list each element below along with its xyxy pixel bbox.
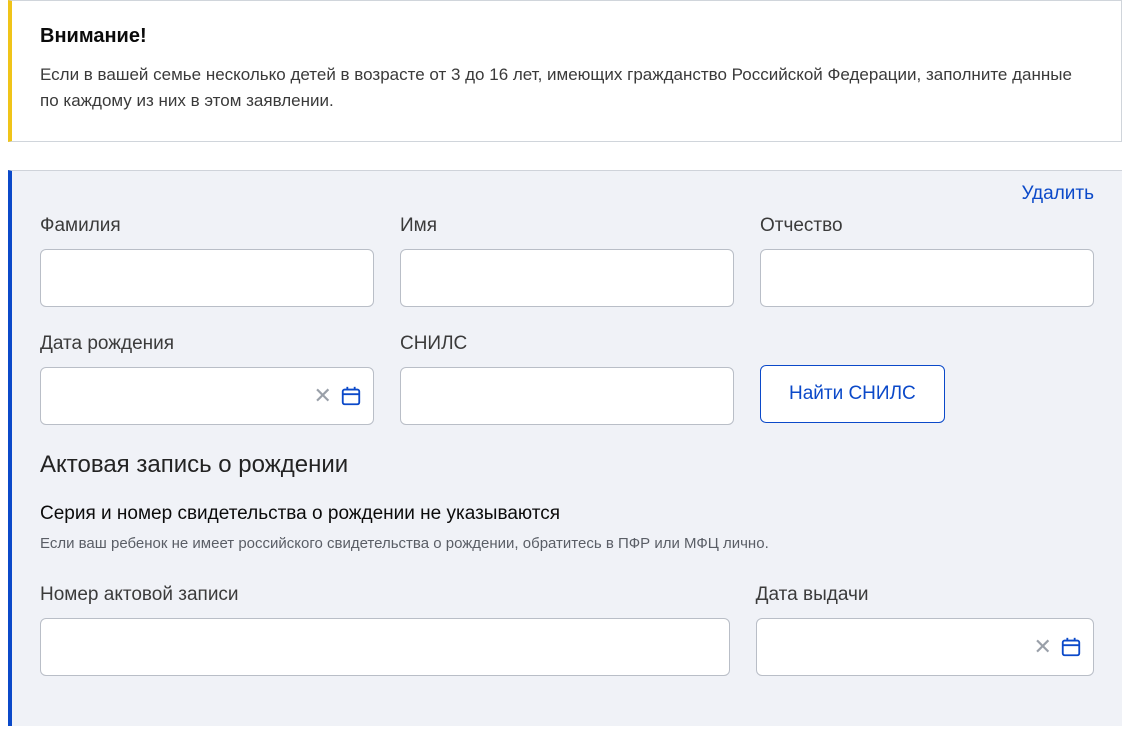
- issue-date-group: Дата выдачи ✕: [756, 584, 1094, 676]
- find-snils-button[interactable]: Найти СНИЛС: [760, 365, 945, 423]
- birth-record-hint: Если ваш ребенок не имеет российского св…: [40, 533, 1094, 554]
- attention-notice: Внимание! Если в вашей семье несколько д…: [8, 0, 1122, 142]
- find-snils-holder: Найти СНИЛС: [760, 333, 1094, 425]
- delete-button[interactable]: Удалить: [1021, 183, 1094, 204]
- delete-row: Удалить: [40, 177, 1094, 215]
- surname-group: Фамилия: [40, 215, 374, 307]
- name-label: Имя: [400, 215, 734, 237]
- patronymic-label: Отчество: [760, 215, 1094, 237]
- name-group: Имя: [400, 215, 734, 307]
- notice-title: Внимание!: [40, 25, 1093, 48]
- calendar-icon[interactable]: [1060, 636, 1082, 658]
- record-number-label: Номер актовой записи: [40, 584, 730, 606]
- patronymic-group: Отчество: [760, 215, 1094, 307]
- surname-label: Фамилия: [40, 215, 374, 237]
- name-fields-row: Фамилия Имя Отчество: [40, 215, 1094, 307]
- snils-label: СНИЛС: [400, 333, 734, 355]
- record-number-input[interactable]: [40, 618, 730, 676]
- birthdate-label: Дата рождения: [40, 333, 374, 355]
- birth-record-subtitle: Серия и номер свидетельства о рождении н…: [40, 503, 1094, 525]
- record-row: Номер актовой записи Дата выдачи ✕: [40, 584, 1094, 676]
- birthdate-group: Дата рождения ✕: [40, 333, 374, 425]
- calendar-icon[interactable]: [340, 385, 362, 407]
- patronymic-input[interactable]: [760, 249, 1094, 307]
- issue-date-label: Дата выдачи: [756, 584, 1094, 606]
- record-number-group: Номер актовой записи: [40, 584, 730, 676]
- birth-snils-row: Дата рождения ✕ СНИЛС: [40, 333, 1094, 425]
- snils-input[interactable]: [400, 367, 734, 425]
- surname-input[interactable]: [40, 249, 374, 307]
- clear-icon[interactable]: ✕: [314, 385, 332, 407]
- notice-text: Если в вашей семье несколько детей в воз…: [40, 62, 1093, 113]
- snils-group: СНИЛС: [400, 333, 734, 425]
- clear-icon[interactable]: ✕: [1034, 636, 1052, 658]
- birth-record-title: Актовая запись о рождении: [40, 451, 1094, 479]
- child-form-panel: Удалить Фамилия Имя Отчество Дата рожден…: [8, 170, 1122, 726]
- name-input[interactable]: [400, 249, 734, 307]
